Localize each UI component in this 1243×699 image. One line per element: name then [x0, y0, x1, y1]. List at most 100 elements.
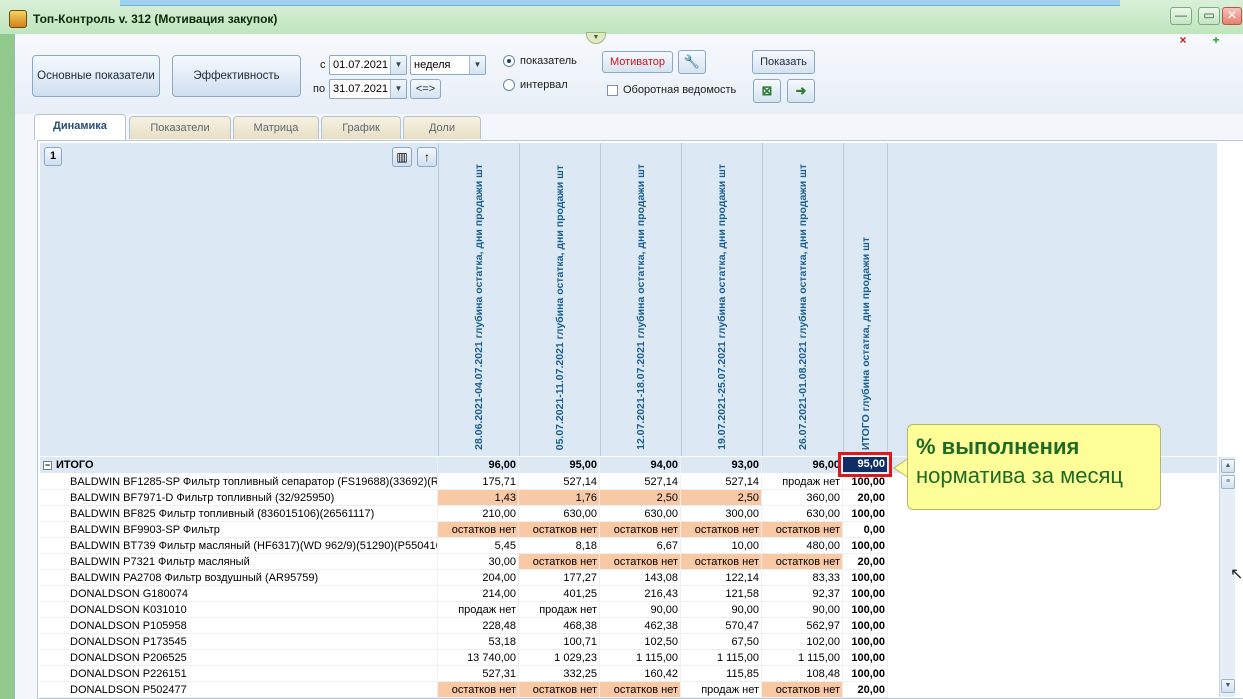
row-value-cell[interactable]: 570,47 [681, 618, 762, 634]
row-total-cell[interactable]: 100,00 [843, 618, 888, 634]
row-name-cell[interactable]: BALDWIN BF825 Фильтр топливный (83601510… [40, 506, 438, 522]
row-name-cell[interactable]: BALDWIN P7321 Фильтр масляный [40, 554, 438, 570]
row-value-cell[interactable]: остатков нет [681, 554, 762, 570]
row-value-cell[interactable]: 10,00 [681, 538, 762, 554]
row-value-cell[interactable]: 108,48 [762, 666, 843, 682]
row-value-cell[interactable]: 630,00 [519, 506, 600, 522]
row-value-cell[interactable]: 115,85 [681, 666, 762, 682]
row-value-cell[interactable]: 1 115,00 [681, 650, 762, 666]
table-row[interactable]: DONALDSON K031010 продаж нет продаж нет 90,… [40, 602, 888, 618]
row-value-cell[interactable]: 210,00 [438, 506, 519, 522]
row-value-cell[interactable]: 67,50 [681, 634, 762, 650]
row-value-cell[interactable]: продаж нет [762, 474, 843, 490]
row-name-cell[interactable]: DONALDSON P226151 [40, 666, 438, 682]
row-value-cell[interactable]: 2,50 [681, 490, 762, 506]
main-indicators-button[interactable]: Основные показатели [32, 55, 160, 97]
toolbar-collapse-toggle[interactable]: ▼ [586, 32, 606, 44]
row-value-cell[interactable]: 90,00 [600, 602, 681, 618]
row-value-cell[interactable]: 630,00 [600, 506, 681, 522]
row-value-cell[interactable]: остатков нет [438, 522, 519, 538]
row-name-cell[interactable]: BALDWIN BT739 Фильтр масляный (HF6317)(W… [40, 538, 438, 554]
row-value-cell[interactable]: 102,00 [762, 634, 843, 650]
date-to-picker[interactable]: 31.07.2021 ▼ [329, 79, 407, 99]
row-value-cell[interactable]: 121,58 [681, 586, 762, 602]
row-total-cell[interactable]: 0,00 [843, 522, 888, 538]
table-row[interactable]: BALDWIN BF1285-SP Фильтр топливный сепар… [40, 474, 888, 490]
row-name-cell[interactable]: BALDWIN BF9903-SP Фильтр [40, 522, 438, 538]
table-row[interactable]: BALDWIN BT739 Фильтр масляный (HF6317)(W… [40, 538, 888, 554]
row-value-cell[interactable]: продаж нет [681, 682, 762, 698]
row-name-cell[interactable]: BALDWIN BF1285-SP Фильтр топливный сепар… [40, 474, 438, 490]
row-value-cell[interactable]: 160,42 [600, 666, 681, 682]
row-value-cell[interactable]: 92,37 [762, 586, 843, 602]
row-value-cell[interactable]: 5,45 [438, 538, 519, 554]
column-header[interactable]: 28.06.2021-04.07.2021 глубина остатка, д… [438, 143, 519, 456]
range-button[interactable]: <=> [410, 79, 441, 99]
row-value-cell[interactable]: 480,00 [762, 538, 843, 554]
row-value-cell[interactable]: 102,50 [600, 634, 681, 650]
row-value-cell[interactable]: 527,14 [519, 474, 600, 490]
row-name-cell[interactable]: DONALDSON P105958 [40, 618, 438, 634]
row-value-cell[interactable]: продаж нет [519, 602, 600, 618]
row-value-cell[interactable]: остатков нет [519, 554, 600, 570]
row-value-cell[interactable]: остатков нет [681, 522, 762, 538]
row-value-cell[interactable]: 122,14 [681, 570, 762, 586]
row-value-cell[interactable]: 1 115,00 [762, 650, 843, 666]
row-value-cell[interactable]: продаж нет [438, 602, 519, 618]
scroll-up-icon[interactable]: ▲ [1221, 459, 1235, 473]
row-value-cell[interactable]: остатков нет [519, 682, 600, 698]
row-value-cell[interactable]: остатков нет [762, 522, 843, 538]
row-value-cell[interactable]: 90,00 [681, 602, 762, 618]
motivator-button[interactable]: Мотиватор [602, 51, 673, 73]
row-value-cell[interactable]: 468,38 [519, 618, 600, 634]
row-value-cell[interactable]: 175,71 [438, 474, 519, 490]
scroll-page-up-icon[interactable]: ≡ [1221, 475, 1235, 489]
row-value-cell[interactable]: остатков нет [600, 682, 681, 698]
row-value-cell[interactable]: 360,00 [762, 490, 843, 506]
row-name-cell[interactable]: BALDWIN BF7971-D Фильтр топливный (32/92… [40, 490, 438, 506]
row-value-cell[interactable]: 300,00 [681, 506, 762, 522]
row-value-cell[interactable]: остатков нет [600, 554, 681, 570]
row-total-cell[interactable]: 20,00 [843, 490, 888, 506]
scroll-down-icon[interactable]: ▼ [1221, 679, 1235, 693]
table-row[interactable]: BALDWIN BF7971-D Фильтр топливный (32/92… [40, 490, 888, 506]
row-value-cell[interactable]: 204,00 [438, 570, 519, 586]
indicator-radio[interactable] [503, 55, 515, 67]
tab-matrix[interactable]: Матрица [233, 116, 319, 139]
row-name-cell[interactable]: DONALDSON P502477 [40, 682, 438, 698]
row-name-cell[interactable]: DONALDSON G180074 [40, 586, 438, 602]
row-total-cell[interactable]: 100,00 [843, 602, 888, 618]
row-value-cell[interactable]: 177,27 [519, 570, 600, 586]
interval-radio[interactable] [503, 79, 515, 91]
period-select[interactable]: неделя ▼ [410, 55, 486, 75]
row-value-cell[interactable]: 6,67 [600, 538, 681, 554]
row-total-cell[interactable]: 20,00 [843, 554, 888, 570]
row-total-cell[interactable]: 100,00 [843, 650, 888, 666]
tab-dynamics[interactable]: Динамика [34, 114, 126, 140]
row-value-cell[interactable]: 401,25 [519, 586, 600, 602]
column-header[interactable]: 19.07.2021-25.07.2021 глубина остатка, д… [681, 143, 762, 456]
row-value-cell[interactable]: 53,18 [438, 634, 519, 650]
row-value-cell[interactable]: 2,50 [600, 490, 681, 506]
row-value-cell[interactable]: 143,08 [600, 570, 681, 586]
row-value-cell[interactable]: 462,38 [600, 618, 681, 634]
row-total-cell[interactable]: 20,00 [843, 682, 888, 698]
tab-chart[interactable]: График [321, 116, 401, 139]
row-value-cell[interactable]: 90,00 [762, 602, 843, 618]
table-row[interactable]: BALDWIN PA2708 Фильтр воздушный (AR95759… [40, 570, 888, 586]
turnover-checkbox[interactable] [607, 85, 618, 96]
row-value-cell[interactable]: 13 740,00 [438, 650, 519, 666]
table-row[interactable]: DONALDSON P226151 527,31 332,25 160,42 115,8… [40, 666, 888, 682]
row-value-cell[interactable]: остатков нет [438, 682, 519, 698]
row-value-cell[interactable]: 1,76 [519, 490, 600, 506]
row-value-cell[interactable]: остатков нет [762, 554, 843, 570]
efficiency-button[interactable]: Эффективность [172, 55, 301, 97]
row-value-cell[interactable]: 562,97 [762, 618, 843, 634]
row-total-cell[interactable]: 100,00 [843, 666, 888, 682]
show-button[interactable]: Показать [752, 50, 815, 74]
sort-up-icon[interactable]: ↑ [417, 147, 437, 167]
total-cell[interactable]: 93,00 [681, 457, 762, 473]
row-value-cell[interactable]: остатков нет [762, 682, 843, 698]
row-name-cell[interactable]: DONALDSON K031010 [40, 602, 438, 618]
row-value-cell[interactable]: 214,00 [438, 586, 519, 602]
